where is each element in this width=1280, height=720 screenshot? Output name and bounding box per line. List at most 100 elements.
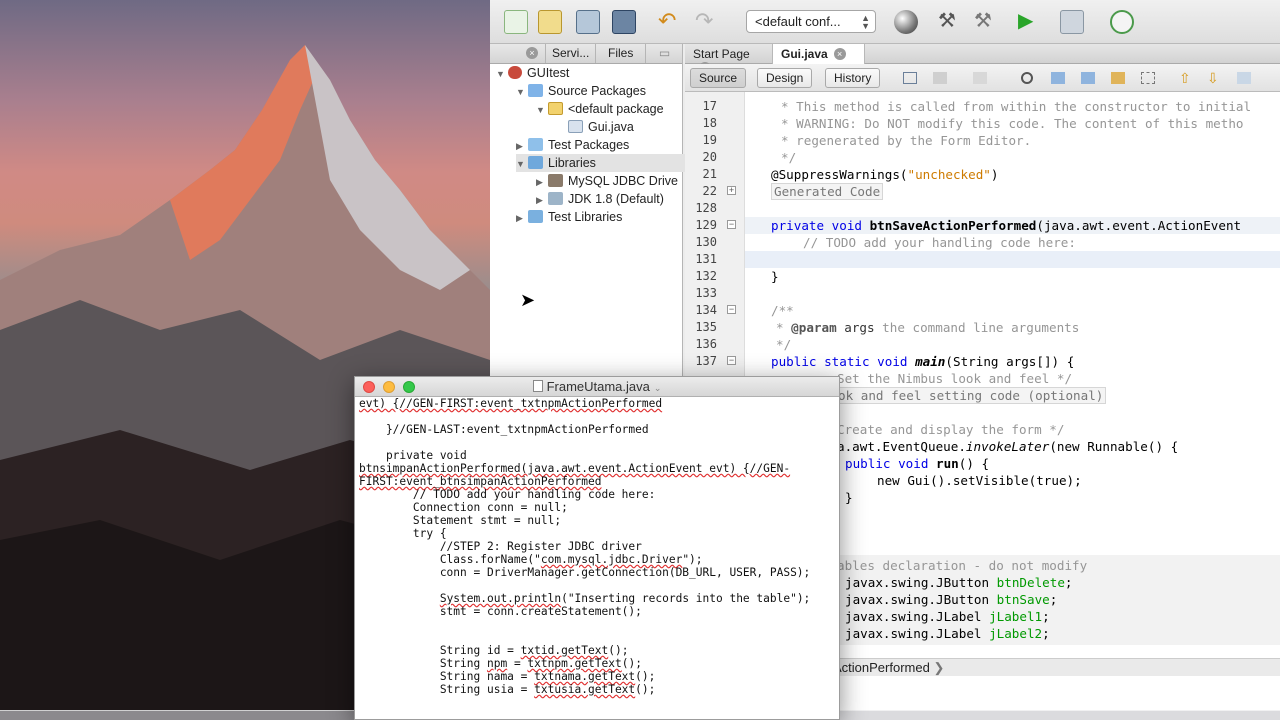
tree-node-gui-java[interactable]: Gui.java <box>568 118 634 136</box>
code-line[interactable]: javax.swing.JButton btnSave; <box>845 591 1057 608</box>
open-project-icon[interactable] <box>576 10 600 34</box>
code-line[interactable]: */ <box>781 149 796 166</box>
forward-icon[interactable] <box>933 72 947 84</box>
collapsed-arrow-icon[interactable]: ▶ <box>516 209 528 227</box>
window-titlebar[interactable]: FrameUtama.java ⌄ <box>355 377 839 397</box>
tree-node-default-package[interactable]: ▼ <default package <box>536 100 664 118</box>
line-number: 22 <box>702 184 717 198</box>
tree-node-source-packages[interactable]: ▼ Source Packages <box>516 82 646 100</box>
close-icon[interactable]: × <box>526 47 538 59</box>
tree-node-mysql-driver[interactable]: ▶ MySQL JDBC Drive <box>536 172 678 190</box>
code-line[interactable]: } <box>771 268 779 285</box>
code-token: args <box>836 320 875 335</box>
current-line-highlight <box>745 251 1280 268</box>
toggle-bookmark-icon[interactable] <box>1237 72 1251 84</box>
code-line[interactable]: * WARNING: Do NOT modify this code. The … <box>781 115 1244 132</box>
clean-build-icon[interactable]: ⚒ <box>974 10 998 34</box>
line-number: 134 <box>695 303 717 317</box>
debug-icon[interactable] <box>1060 10 1084 34</box>
code-line[interactable]: * regenerated by the Form Editor. <box>781 132 1031 149</box>
code-line[interactable]: Generated Code <box>771 183 884 200</box>
code-line[interactable]: } <box>845 489 853 506</box>
tab-files[interactable]: Files <box>596 44 646 63</box>
code-token: (java.awt.event.ActionEvent <box>1036 218 1242 233</box>
expanded-arrow-icon[interactable]: ▼ <box>496 65 508 83</box>
fold-collapse-icon[interactable]: − <box>727 305 736 314</box>
find-previous-icon[interactable] <box>1051 72 1065 84</box>
code-line[interactable]: * This method is called from within the … <box>781 98 1251 115</box>
expanded-arrow-icon[interactable]: ▼ <box>516 83 528 101</box>
document-body[interactable]: evt) {//GEN-FIRST:event_txtnpmActionPerf… <box>359 397 837 719</box>
minimize-window-icon[interactable] <box>383 381 395 393</box>
run-icon[interactable]: ▶ <box>1018 10 1042 34</box>
minimize-panel-icon[interactable]: ▭ <box>646 44 683 63</box>
tree-node-test-packages[interactable]: ▶ Test Packages <box>516 136 629 154</box>
tab-start-page[interactable]: Start Page× <box>685 44 773 74</box>
code-line[interactable]: public static void main(String args[]) { <box>771 353 1074 370</box>
next-bookmark-icon[interactable]: ⇩ <box>1207 71 1221 85</box>
previous-bookmark-icon[interactable]: ⇧ <box>1179 71 1193 85</box>
toggle-rect-select-icon[interactable] <box>1141 72 1155 84</box>
code-line[interactable]: */ <box>776 336 791 353</box>
code-line[interactable]: private void btnSaveActionPerformed(java… <box>771 217 1241 234</box>
panel-tabs: × Servi... Files ▭ <box>490 44 682 64</box>
expanded-arrow-icon[interactable]: ▼ <box>536 101 548 119</box>
new-project-icon[interactable] <box>538 10 562 34</box>
code-line[interactable]: ok and feel setting code (optional) <box>835 387 1107 404</box>
code-line[interactable]: public void run() { <box>845 455 989 472</box>
collapsed-arrow-icon[interactable]: ▶ <box>536 173 548 191</box>
configuration-select[interactable]: <default conf... ▲ ▼ <box>746 10 876 33</box>
undo-icon[interactable]: ↶ <box>658 10 682 34</box>
design-button[interactable]: Design <box>757 68 813 88</box>
last-edit-icon[interactable] <box>973 72 987 84</box>
history-button[interactable]: History <box>825 68 881 88</box>
fold-collapse-icon[interactable]: − <box>727 356 736 365</box>
tree-label: Source Packages <box>548 84 646 98</box>
close-icon[interactable]: × <box>833 48 846 60</box>
toggle-highlight-icon[interactable] <box>1111 72 1125 84</box>
tree-node-libraries[interactable]: ▼ Libraries <box>516 154 686 172</box>
collapsed-arrow-icon[interactable]: ▶ <box>536 191 548 209</box>
close-window-icon[interactable] <box>363 381 375 393</box>
code-line[interactable]: /** <box>771 302 794 319</box>
fold-collapse-icon[interactable]: − <box>727 220 736 229</box>
back-icon[interactable] <box>903 72 917 84</box>
source-button[interactable]: Source <box>690 68 747 88</box>
expanded-arrow-icon[interactable]: ▼ <box>516 155 528 173</box>
find-next-icon[interactable] <box>1081 72 1095 84</box>
code-line[interactable]: javax.swing.JButton btnDelete; <box>845 574 1073 591</box>
generated-code-fold[interactable]: ok and feel setting code (optional) <box>835 387 1107 404</box>
tab-projects[interactable]: × <box>490 44 546 63</box>
collapsed-arrow-icon[interactable]: ▶ <box>516 137 528 155</box>
code-line[interactable]: a.awt.EventQueue.invokeLater(new Runnabl… <box>837 438 1178 455</box>
line-number: 135 <box>695 320 717 334</box>
tree-node-project[interactable]: ▼ GUItest <box>496 64 569 82</box>
code-line[interactable]: * @param args the command line arguments <box>776 319 1079 336</box>
tree-node-test-libraries[interactable]: ▶ Test Libraries <box>516 208 622 226</box>
tab-gui-java[interactable]: Gui.java × <box>773 44 865 64</box>
find-icon[interactable] <box>1021 72 1033 84</box>
save-all-icon[interactable] <box>612 10 636 34</box>
generated-code-fold[interactable]: Generated Code <box>771 183 884 200</box>
new-file-icon[interactable] <box>504 10 528 34</box>
code-line[interactable]: javax.swing.JLabel jLabel2; <box>845 625 1050 642</box>
string-token: "unchecked" <box>907 167 991 182</box>
tab-services[interactable]: Servi... <box>546 44 596 63</box>
field-token: btnSave <box>996 592 1050 607</box>
code-line[interactable]: new Gui().setVisible(true); <box>877 472 1082 489</box>
globe-icon[interactable] <box>894 10 918 34</box>
code-line[interactable]: @SuppressWarnings("unchecked") <box>771 166 998 183</box>
tree-node-jdk[interactable]: ▶ JDK 1.8 (Default) <box>536 190 664 208</box>
code-line[interactable]: Set the Nimbus look and feel */ <box>837 370 1072 387</box>
zoom-window-icon[interactable] <box>403 381 415 393</box>
code-line[interactable]: ables declaration - do not modify <box>837 557 1087 574</box>
title-dropdown-icon[interactable]: ⌄ <box>654 383 662 393</box>
code-line[interactable]: javax.swing.JLabel jLabel1; <box>845 608 1050 625</box>
code-line[interactable]: Create and display the form */ <box>837 421 1064 438</box>
code-line[interactable]: // TODO add your handling code here: <box>803 234 1076 251</box>
build-hammer-icon[interactable]: ⚒ <box>938 10 962 34</box>
profile-icon[interactable] <box>1110 10 1134 34</box>
fold-expand-icon[interactable]: + <box>727 186 736 195</box>
redo-icon[interactable]: ↷ <box>695 10 719 34</box>
method-name-token: run <box>936 456 959 471</box>
